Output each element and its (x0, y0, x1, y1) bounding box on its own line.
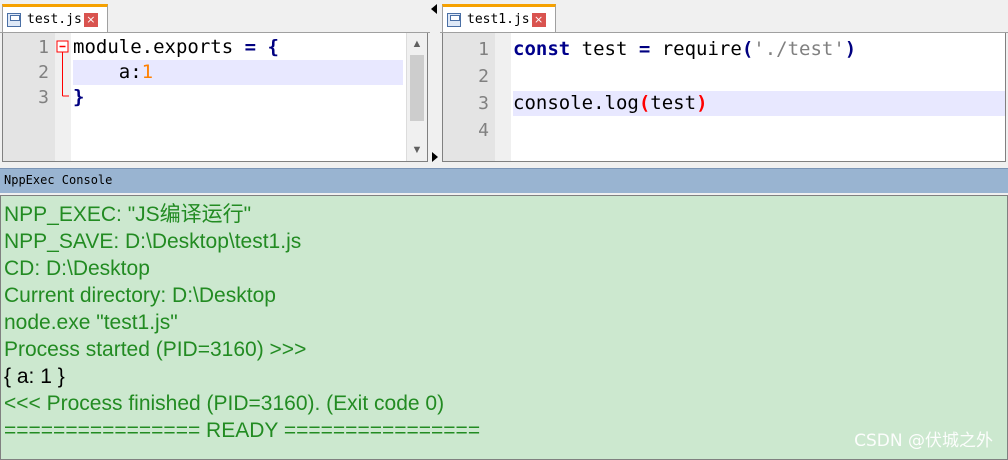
right-editor-pane: test1.js × 1 2 3 4 const test = require(… (440, 0, 1008, 166)
code-token: = { (233, 36, 279, 58)
code-token: ( (638, 92, 651, 114)
code-token: = (638, 38, 651, 60)
code-token: './test' (753, 38, 845, 60)
console-line: <<< Process finished (PID=3160). (Exit c… (4, 392, 445, 415)
right-editor[interactable]: 1 2 3 4 const test = require('./test') c… (442, 33, 1006, 162)
arrow-right-icon[interactable] (432, 152, 438, 162)
code-line-1: module.exports = { (73, 35, 427, 60)
code-token: test (650, 92, 697, 114)
console-line: node.exe "test1.js" (4, 311, 178, 334)
code-area[interactable]: module.exports = { a:1 } (73, 33, 427, 161)
close-icon[interactable]: × (531, 12, 546, 27)
code-token: a: (73, 61, 142, 83)
code-token: ) (696, 92, 708, 114)
arrow-up-icon[interactable]: ▲ (407, 35, 427, 53)
console-line: Process started (PID=3160) >>> (4, 338, 307, 361)
save-icon (7, 12, 21, 27)
fold-margin (495, 33, 511, 161)
fold-margin (55, 33, 71, 161)
line-number: 1 (478, 39, 489, 60)
tab-label: test.js (27, 12, 82, 27)
code-line-3: console.log(test) (513, 91, 1005, 116)
line-number: 2 (478, 66, 489, 87)
line-number: 1 (38, 37, 49, 58)
right-tabbar: test1.js × (440, 0, 1008, 33)
console-output-line: { a: 1 } (4, 365, 65, 388)
tab-test-js[interactable]: test.js × (2, 4, 108, 32)
line-number: 4 (478, 120, 489, 141)
line-number: 3 (478, 93, 489, 114)
line-number-gutter: 1 2 3 4 (443, 33, 495, 161)
arrow-left-icon[interactable] (431, 4, 437, 14)
code-token: require (650, 38, 742, 60)
code-token: test (570, 38, 639, 60)
save-icon (447, 12, 461, 27)
line-number-gutter: 1 2 3 (3, 33, 55, 161)
console-line: CD: D:\Desktop (4, 257, 150, 280)
code-token: 1 (141, 61, 154, 83)
console-title: NppExec Console (4, 173, 113, 187)
code-line-3: } (73, 85, 427, 110)
code-token: ( (741, 38, 754, 60)
code-token: } (73, 86, 85, 108)
arrow-down-icon[interactable]: ▼ (407, 141, 427, 159)
line-number: 2 (38, 62, 49, 83)
vertical-scrollbar[interactable]: ▲ ▼ (406, 33, 427, 161)
console-line: NPP_SAVE: D:\Desktop\test1.js (4, 230, 302, 253)
console-title-bar: NppExec Console (0, 168, 1008, 193)
console-line: Current directory: D:\Desktop (4, 284, 276, 307)
line-number: 3 (38, 87, 49, 108)
tab-test1-js[interactable]: test1.js × (442, 4, 556, 32)
tab-label: test1.js (467, 12, 530, 27)
code-line-1: const test = require('./test') (513, 37, 1005, 62)
watermark: CSDN @伏城之外 (854, 431, 993, 451)
left-tabbar: test.js × (0, 0, 430, 33)
console-line: ================ READY ================ (4, 419, 481, 442)
code-area[interactable]: const test = require('./test') console.l… (513, 33, 1005, 161)
left-editor-pane: test.js × 1 2 3 module.exports = { a:1 }… (0, 0, 430, 166)
code-token: module.exports (73, 36, 234, 58)
code-token: console.log (513, 92, 639, 114)
nppexec-console[interactable]: NPP_EXEC: "JS编译运行" NPP_SAVE: D:\Desktop\… (0, 195, 1008, 460)
left-editor[interactable]: 1 2 3 module.exports = { a:1 } ▲ ▼ (2, 33, 428, 162)
fold-minus-icon[interactable] (55, 33, 71, 113)
scrollbar-thumb[interactable] (410, 55, 424, 121)
code-line-2: a:1 (73, 60, 403, 85)
pane-splitter[interactable] (430, 0, 440, 166)
close-icon[interactable]: × (83, 12, 98, 27)
code-token: ) (844, 38, 857, 60)
console-line: NPP_EXEC: "JS编译运行" (4, 203, 252, 226)
code-token: const (513, 38, 571, 60)
